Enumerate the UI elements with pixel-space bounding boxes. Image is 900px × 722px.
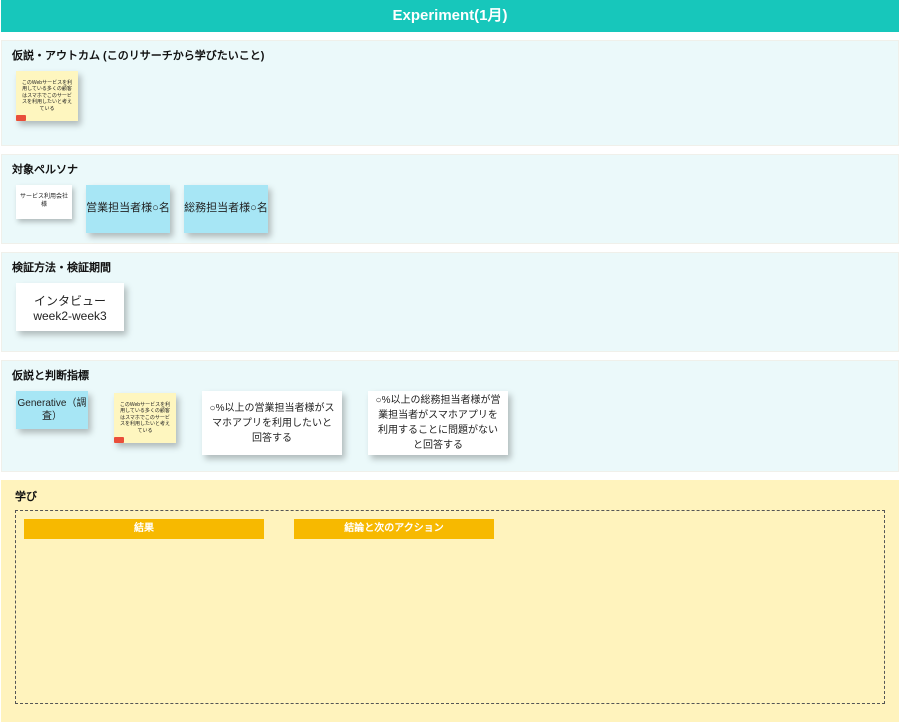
- learning-col-next: 結論と次のアクション: [294, 519, 494, 539]
- red-tag-icon: [114, 437, 124, 443]
- hypothesis-row: このWebサービスを利用している多くの顧客はスマホでこのサービスを利用したいと考…: [2, 63, 898, 133]
- section-criteria-label: 仮説と判断指標: [2, 361, 898, 383]
- criteria-row: Generative（調査） このWebサービスを利用している多くの顧客はスマホ…: [2, 383, 898, 467]
- section-hypothesis: 仮説・アウトカム (このリサーチから学びたいこと) このWebサービスを利用して…: [1, 40, 899, 146]
- sticky-metric-sales[interactable]: ○%以上の営業担当者様がスマホアプリを利用したいと回答する: [202, 391, 342, 455]
- persona-row: サービス利用会社様 営業担当者様○名 総務担当者様○名: [2, 177, 898, 245]
- sticky-metric-sales-text: ○%以上の営業担当者様がスマホアプリを利用したいと回答する: [208, 401, 336, 446]
- sticky-method-text: インタビューweek2-week3: [16, 292, 124, 323]
- header-bar: Experiment(1月): [1, 0, 899, 32]
- red-tag-icon: [16, 115, 26, 121]
- section-learning: 学び 結果 結論と次のアクション: [1, 480, 899, 722]
- section-method: 検証方法・検証期間 インタビューweek2-week3: [1, 252, 899, 352]
- learning-col-result-text: 結果: [134, 523, 154, 534]
- method-row: インタビューweek2-week3: [2, 275, 898, 343]
- section-learning-label: 学び: [15, 488, 885, 504]
- sticky-metric-admin[interactable]: ○%以上の総務担当者様が営業担当者がスマホアプリを利用することに問題がないと回答…: [368, 391, 508, 455]
- learning-dashed-box: 結果 結論と次のアクション: [15, 510, 885, 704]
- section-persona: 対象ペルソナ サービス利用会社様 営業担当者様○名 総務担当者様○名: [1, 154, 899, 244]
- sticky-persona-company-text: サービス利用会社様: [19, 194, 69, 210]
- sticky-persona-sales[interactable]: 営業担当者様○名: [86, 185, 170, 233]
- learning-col-result: 結果: [24, 519, 264, 539]
- sticky-persona-admin-text: 総務担当者様○名: [184, 201, 268, 216]
- section-criteria: 仮説と判断指標 Generative（調査） このWebサービスを利用している多…: [1, 360, 899, 472]
- experiment-canvas: Experiment(1月) 仮説・アウトカム (このリサーチから学びたいこと)…: [0, 0, 900, 722]
- sticky-method[interactable]: インタビューweek2-week3: [16, 283, 124, 331]
- sticky-persona-company[interactable]: サービス利用会社様: [16, 185, 72, 219]
- learning-col-next-text: 結論と次のアクション: [344, 523, 444, 534]
- sticky-metric-admin-text: ○%以上の総務担当者様が営業担当者がスマホアプリを利用することに問題がないと回答…: [374, 393, 502, 453]
- header-title: Experiment(1月): [392, 7, 507, 24]
- section-method-label: 検証方法・検証期間: [2, 253, 898, 275]
- section-persona-label: 対象ペルソナ: [2, 155, 898, 177]
- sticky-generative-text: Generative（調査）: [16, 397, 88, 423]
- sticky-criteria-hypothesis[interactable]: このWebサービスを利用している多くの顧客はスマホでこのサービスを利用したいと考…: [114, 393, 176, 443]
- sticky-criteria-hypothesis-text: このWebサービスを利用している多くの顧客はスマホでこのサービスを利用したいと考…: [118, 402, 172, 435]
- sticky-hypothesis-text: このWebサービスを利用している多くの顧客はスマホでこのサービスを利用したいと考…: [20, 80, 74, 113]
- sticky-generative[interactable]: Generative（調査）: [16, 391, 88, 429]
- sticky-hypothesis[interactable]: このWebサービスを利用している多くの顧客はスマホでこのサービスを利用したいと考…: [16, 71, 78, 121]
- sticky-persona-sales-text: 営業担当者様○名: [86, 201, 170, 216]
- sticky-persona-admin[interactable]: 総務担当者様○名: [184, 185, 268, 233]
- section-hypothesis-label: 仮説・アウトカム (このリサーチから学びたいこと): [2, 41, 898, 63]
